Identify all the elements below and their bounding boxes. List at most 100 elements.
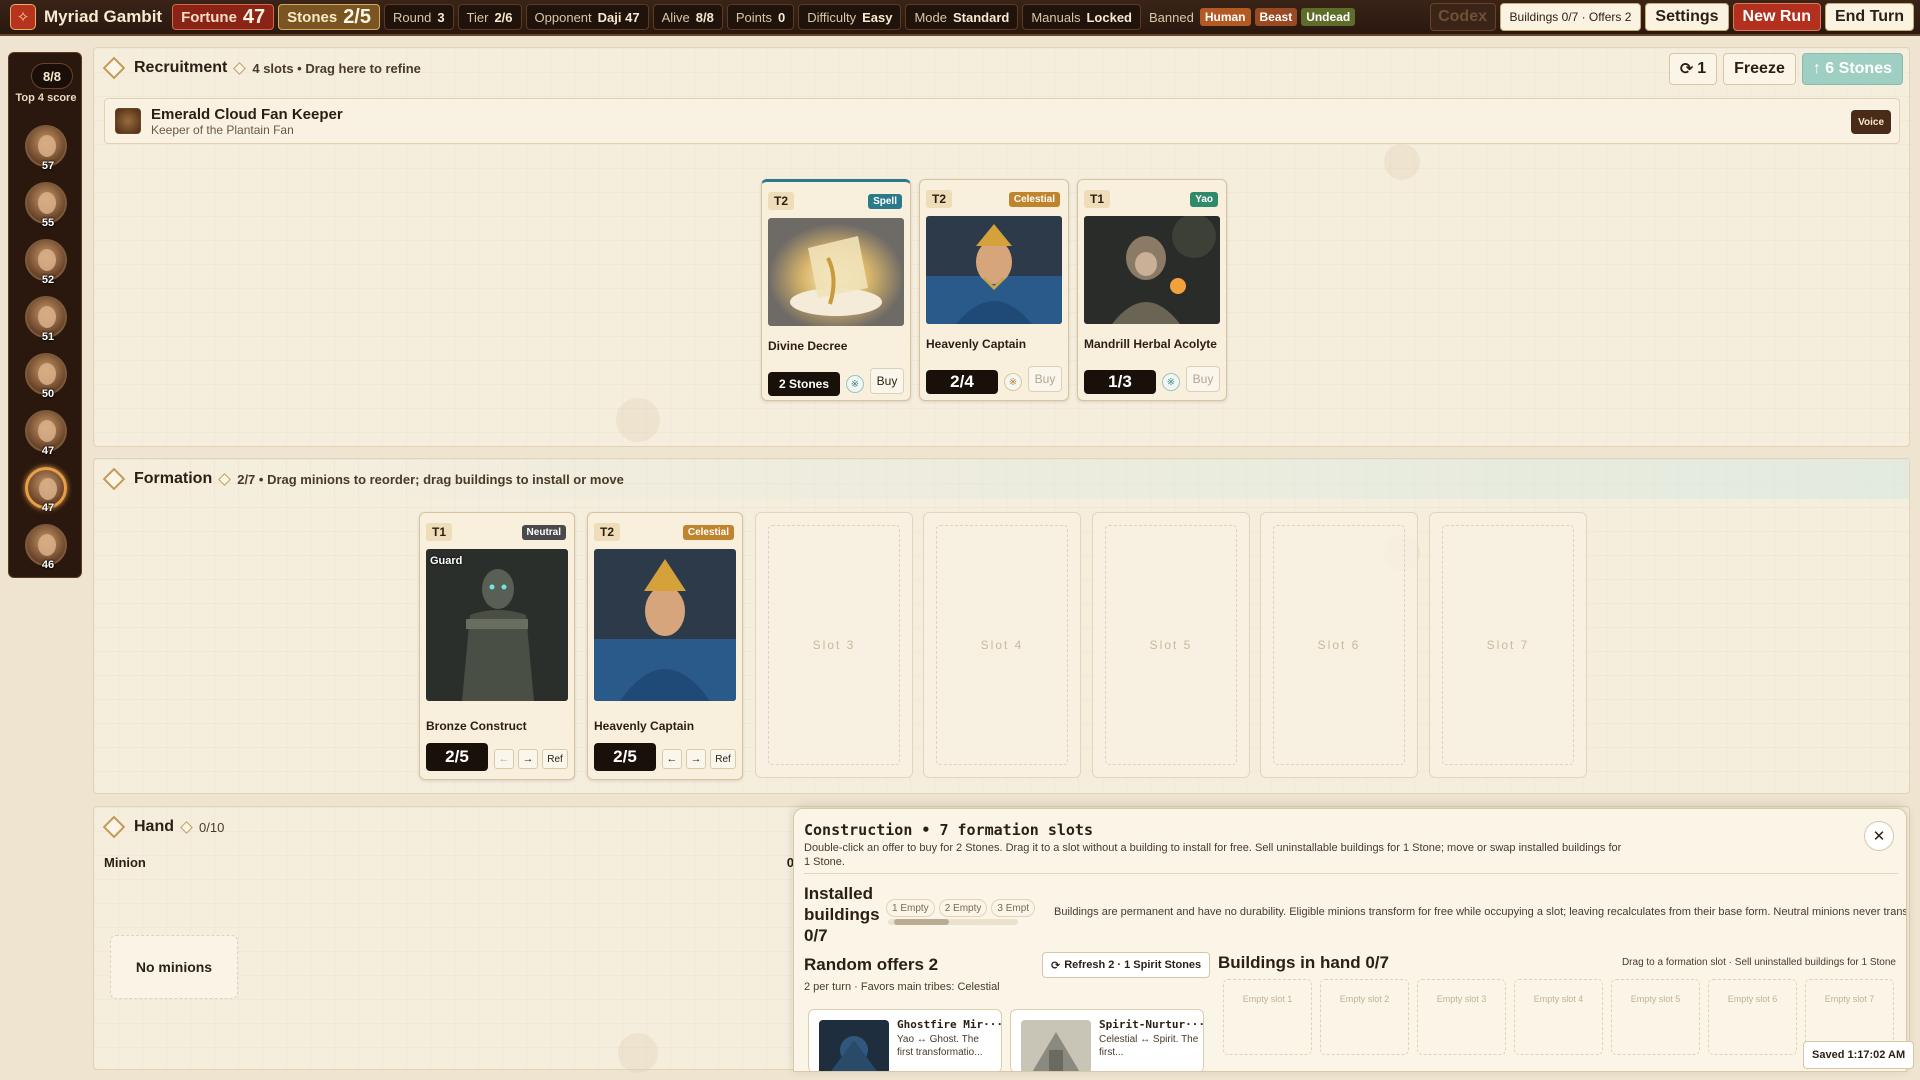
shop-card[interactable]: T2 Spell Divine Decree 2 Stones ※ Buy xyxy=(761,179,911,401)
points-value: 0 xyxy=(777,9,786,25)
card-name: Bronze Construct xyxy=(426,719,527,733)
guard-badge: Guard xyxy=(430,555,463,567)
refresh-shop-button[interactable]: ⟳ 1 xyxy=(1668,53,1718,85)
tier-value: 2/6 xyxy=(494,9,513,25)
construction-title: Construction • 7 formation slots xyxy=(804,821,1093,839)
offer-art xyxy=(1021,1020,1091,1071)
manuals-label: Manuals xyxy=(1031,9,1081,25)
buildings-in-hand-title: Buildings in hand 0/7 xyxy=(1218,953,1389,972)
shop-card[interactable]: T2 Celestial Heavenly Captain 2/4 ※ Buy xyxy=(919,179,1069,401)
move-left-button[interactable]: ← xyxy=(662,749,682,769)
buy-button[interactable]: Buy xyxy=(1186,366,1220,392)
card-tier: T2 xyxy=(594,523,621,541)
end-turn-button[interactable]: End Turn xyxy=(1824,3,1914,31)
formation-minion-card[interactable]: T2 Celestial Heavenly Captain 2/5 ← → Re… xyxy=(587,512,743,780)
alive-value: 8/8 xyxy=(695,9,714,25)
refresh-offers-button[interactable]: ⟳ Refresh 2 · 1 Spirit Stones xyxy=(1042,952,1211,978)
card-art xyxy=(426,549,568,701)
banned-tribe-tag: Beast xyxy=(1254,8,1298,26)
hand-title: Hand xyxy=(134,818,174,835)
move-right-button[interactable]: → xyxy=(686,749,706,769)
refine-button[interactable]: Ref xyxy=(542,749,568,769)
card-tribe: Yao xyxy=(1190,192,1218,207)
building-hand-slot[interactable]: Empty slot 6 xyxy=(1708,979,1797,1055)
tier-pill: Tier 2/6 xyxy=(457,4,522,30)
buildings-button[interactable]: Buildings 0/7 · Offers 2 xyxy=(1499,3,1642,31)
diamond-icon xyxy=(233,61,247,75)
difficulty-value: Easy xyxy=(862,9,893,25)
hero-bar: Emerald Cloud Fan Keeper Keeper of the P… xyxy=(104,98,1900,144)
buildings-in-hand-note: Drag to a formation slot · Sell uninstal… xyxy=(1621,957,1896,968)
difficulty-label: Difficulty xyxy=(807,9,857,25)
slot-label: Slot 4 xyxy=(936,525,1068,765)
freeze-button[interactable]: Freeze xyxy=(1723,53,1796,85)
alive-pill: Alive 8/8 xyxy=(652,4,723,30)
building-offer[interactable]: Ghostfire Mir··· Yao ↔ Ghost. The first … xyxy=(808,1009,1003,1071)
spirit-stone-icon: ※ xyxy=(846,375,864,393)
formation-slot[interactable]: Slot 4 xyxy=(923,512,1081,778)
card-name: Mandrill Herbal Acolyte xyxy=(1084,337,1217,351)
diamond-icon xyxy=(102,815,126,839)
buy-button[interactable]: Buy xyxy=(1028,366,1062,392)
building-offer[interactable]: Spirit-Nurtur··· Celestial ↔ Spirit. The… xyxy=(1010,1009,1205,1071)
card-tribe: Neutral xyxy=(521,525,566,540)
hero-name: Emerald Cloud Fan Keeper xyxy=(151,105,343,123)
move-left-button[interactable]: ← xyxy=(494,749,514,769)
diamond-icon xyxy=(102,56,126,80)
voice-button[interactable]: Voice xyxy=(1851,110,1891,134)
formation-slot[interactable]: Slot 5 xyxy=(1092,512,1250,778)
formation-header: Formation 2/7 • Drag minions to reorder;… xyxy=(94,459,1909,499)
construction-popover[interactable]: Construction • 7 formation slots Double-… xyxy=(793,808,1907,1072)
recruitment-title: Recruitment xyxy=(134,59,228,76)
new-run-button[interactable]: New Run xyxy=(1732,3,1821,31)
manuals-value: Locked xyxy=(1086,9,1132,25)
formation-minion-card[interactable]: T1 Neutral Guard Bronze Construct 2/5 ← … xyxy=(419,512,575,780)
formation-slot[interactable]: Slot 6 xyxy=(1260,512,1418,778)
card-stats: 2/5 xyxy=(426,743,488,771)
settings-button[interactable]: Settings xyxy=(1645,3,1729,31)
shop-card[interactable]: T1 Yao Mandrill Herbal Acolyte 1/3 ※ Buy xyxy=(1077,179,1227,401)
alive-count-badge: 8/8 xyxy=(31,63,73,89)
upgrade-tier-button[interactable]: ↑ 6 Stones xyxy=(1801,53,1903,85)
buy-button[interactable]: Buy xyxy=(870,368,904,394)
building-hand-slot[interactable]: Empty slot 2 xyxy=(1320,979,1409,1055)
formation-slot[interactable]: Slot 7 xyxy=(1429,512,1587,778)
spirit-stone-icon: ※ xyxy=(1162,373,1180,391)
codex-button[interactable]: Codex xyxy=(1429,3,1496,31)
card-name: Divine Decree xyxy=(768,339,848,353)
app-logo-icon: ✧ xyxy=(10,4,36,30)
spirit-stone-icon: ※ xyxy=(1004,373,1022,391)
mode-value: Standard xyxy=(953,9,1010,25)
hand-header: Hand 0/10 xyxy=(94,807,224,847)
card-name: Heavenly Captain xyxy=(926,337,1027,351)
installed-slot-chip[interactable]: 3 Empt xyxy=(991,899,1036,917)
recruitment-panel[interactable]: Recruitment 4 slots • Drag here to refin… xyxy=(93,47,1910,447)
player-score: 50 xyxy=(41,388,55,400)
stones-label: Stones xyxy=(287,8,338,26)
building-hand-slot[interactable]: Empty slot 3 xyxy=(1417,979,1506,1055)
installed-slot-chip[interactable]: 1 Empty xyxy=(886,899,935,917)
formation-panel[interactable]: Formation 2/7 • Drag minions to reorder;… xyxy=(93,458,1910,794)
card-cost: 1/3 xyxy=(1084,370,1156,394)
banned-label: Banned xyxy=(1149,9,1194,25)
app-title: Myriad Gambit xyxy=(44,7,163,26)
installed-scrollbar[interactable] xyxy=(888,919,1018,925)
installed-slot-chip[interactable]: 2 Empty xyxy=(938,899,988,917)
formation-slot[interactable]: Slot 3 xyxy=(755,512,913,778)
building-hand-slot[interactable]: Empty slot 4 xyxy=(1514,979,1603,1055)
mode-pill: Mode Standard xyxy=(905,4,1019,30)
building-hand-slot[interactable]: Empty slot 5 xyxy=(1611,979,1700,1055)
installed-buildings-label: Installed buildings 0/7 xyxy=(804,884,880,945)
points-pill: Points 0 xyxy=(726,4,795,30)
move-right-button[interactable]: → xyxy=(518,749,538,769)
fortune-value: 47 xyxy=(242,5,266,28)
refine-button[interactable]: Ref xyxy=(710,749,736,769)
card-tier: T2 xyxy=(768,192,795,210)
diamond-icon xyxy=(218,472,232,486)
diamond-icon xyxy=(102,467,126,491)
close-icon[interactable]: ✕ xyxy=(1864,821,1894,851)
player-score: 55 xyxy=(41,217,55,229)
building-hand-slot[interactable]: Empty slot 1 xyxy=(1223,979,1312,1055)
hero-desc: Keeper of the Plantain Fan xyxy=(151,122,294,137)
card-tribe: Spell xyxy=(868,194,902,209)
